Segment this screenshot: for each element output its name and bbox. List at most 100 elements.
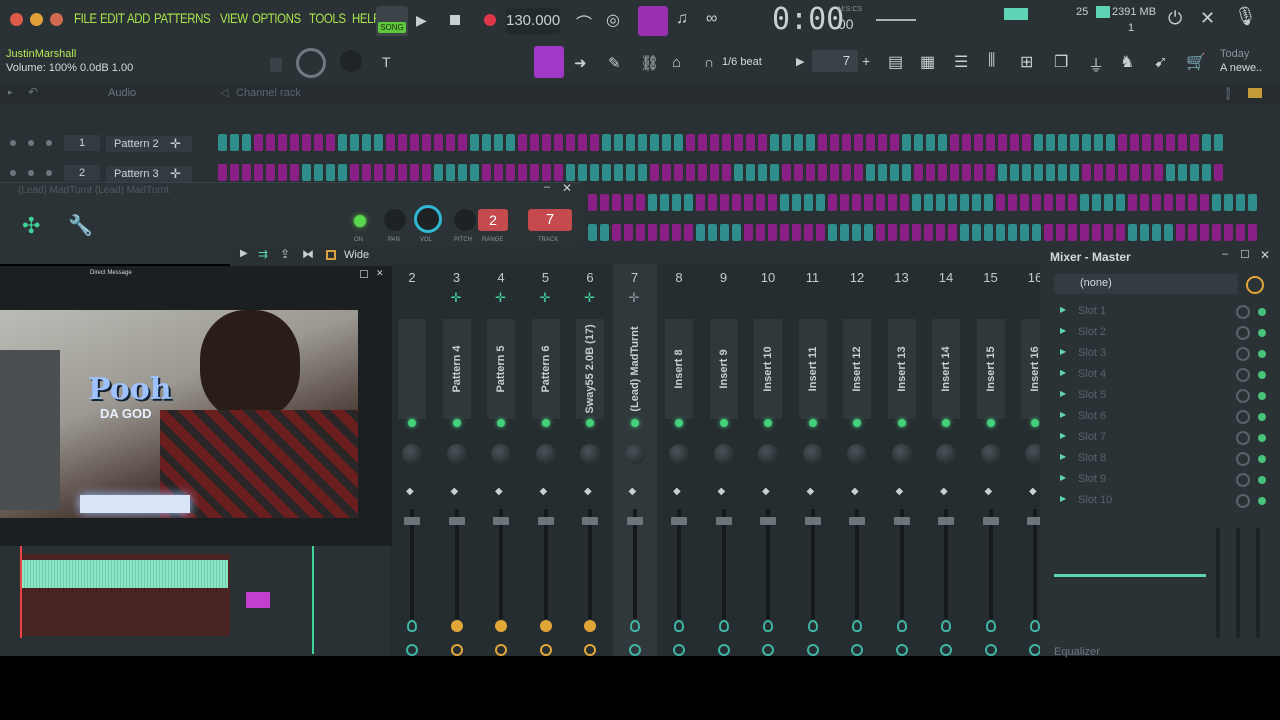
browser-icon[interactable]: ⊞ — [1020, 52, 1033, 72]
send-knob[interactable] — [763, 620, 773, 632]
fader-cap[interactable] — [760, 517, 776, 525]
route-button[interactable] — [851, 644, 863, 656]
step-button[interactable] — [578, 164, 587, 181]
waveform-icon[interactable]: ✣ — [22, 213, 40, 239]
step-button[interactable] — [674, 134, 683, 151]
step-button[interactable] — [696, 224, 705, 241]
step-button[interactable] — [828, 224, 837, 241]
channel-number[interactable]: 1 — [64, 135, 100, 151]
slot-arrow-icon[interactable]: ▶ — [1060, 389, 1066, 398]
step-button[interactable] — [242, 134, 251, 151]
slot-mix-knob[interactable] — [1236, 473, 1250, 487]
pattern-clip[interactable] — [246, 592, 270, 608]
insert-name-panel[interactable]: Insert 13 — [887, 319, 916, 419]
send-knob[interactable] — [629, 620, 640, 632]
step-button[interactable] — [734, 134, 743, 151]
step-button[interactable] — [1092, 194, 1101, 211]
fader-cap[interactable] — [982, 517, 999, 525]
step-button[interactable] — [1236, 224, 1245, 241]
insert-pan-knob[interactable] — [847, 444, 867, 464]
stereo-separation-icon[interactable]: ◆ — [673, 486, 681, 497]
step-button[interactable] — [998, 164, 1007, 181]
mixer-insert[interactable]: 8 Insert 8 ◆ — [657, 264, 701, 656]
mixer-insert[interactable]: 10 Insert 10 ◆ — [746, 264, 790, 656]
step-button[interactable] — [1128, 194, 1137, 211]
master-volume-knob[interactable] — [296, 48, 326, 78]
slot-mix-knob[interactable] — [1236, 410, 1250, 424]
step-button[interactable] — [362, 164, 371, 181]
mixer-insert[interactable]: 14 Insert 14 ◆ — [924, 264, 968, 656]
step-button[interactable] — [650, 134, 659, 151]
step-button[interactable] — [386, 164, 395, 181]
step-button[interactable] — [350, 164, 359, 181]
stereo-separation-icon[interactable]: ◆ — [540, 486, 548, 497]
stereo-separation-icon[interactable]: ◆ — [896, 486, 904, 497]
step-button[interactable] — [900, 194, 909, 211]
fader-cap[interactable] — [893, 517, 910, 525]
step-button[interactable] — [672, 194, 681, 211]
step-button[interactable] — [1176, 194, 1185, 211]
step-button[interactable] — [674, 164, 683, 181]
insert-name-panel[interactable]: Insert 9 — [709, 319, 738, 419]
step-button[interactable] — [266, 134, 275, 151]
insert-fader[interactable] — [849, 509, 865, 619]
step-button[interactable] — [768, 194, 777, 211]
step-button[interactable] — [986, 164, 995, 181]
step-button[interactable] — [756, 224, 765, 241]
step-button[interactable] — [926, 134, 935, 151]
vol-knob[interactable] — [46, 170, 52, 176]
step-button[interactable] — [1212, 194, 1221, 211]
minimize-icon[interactable]: – — [1222, 248, 1228, 260]
mixer-icon[interactable]: ⫼ — [988, 52, 995, 70]
step-button[interactable] — [912, 194, 921, 211]
stereo-separation-icon[interactable]: ◆ — [762, 486, 770, 497]
step-button[interactable] — [696, 194, 705, 211]
step-button[interactable] — [302, 134, 311, 151]
route-target-icon[interactable]: ✛ — [584, 290, 595, 306]
step-button[interactable] — [878, 164, 887, 181]
menu-patterns[interactable]: PATTERNS — [154, 10, 211, 26]
step-button[interactable] — [302, 164, 311, 181]
step-button[interactable] — [566, 164, 575, 181]
step-button[interactable] — [662, 134, 671, 151]
routing-icon[interactable] — [1246, 276, 1264, 294]
insert-fader[interactable] — [893, 509, 910, 619]
step-button[interactable] — [984, 194, 993, 211]
route-button[interactable] — [450, 644, 463, 656]
step-button[interactable] — [1214, 164, 1223, 181]
step-button[interactable] — [1010, 134, 1019, 151]
step-button[interactable] — [254, 134, 263, 151]
step-button[interactable] — [986, 134, 995, 151]
mute-led[interactable] — [10, 170, 16, 176]
step-button[interactable] — [842, 134, 851, 151]
step-button[interactable] — [876, 224, 885, 241]
step-button[interactable] — [1214, 134, 1223, 151]
step-button[interactable] — [636, 194, 645, 211]
insert-enable-led[interactable] — [452, 419, 461, 427]
step-button[interactable] — [854, 134, 863, 151]
insert-name-panel[interactable] — [398, 319, 426, 419]
step-button[interactable] — [878, 134, 887, 151]
cart-icon[interactable]: 🛒 — [1186, 52, 1206, 72]
step-button[interactable] — [530, 164, 539, 181]
step-button[interactable] — [1128, 224, 1137, 241]
step-button[interactable] — [866, 164, 875, 181]
step-button[interactable] — [266, 164, 275, 181]
step-button[interactable] — [828, 194, 837, 211]
view-toggle-icon[interactable] — [326, 250, 336, 260]
plugin-icon[interactable]: ⏚ — [1088, 52, 1104, 76]
slot-enable-led[interactable] — [1258, 455, 1266, 463]
step-button[interactable] — [470, 134, 479, 151]
insert-fader[interactable] — [982, 509, 999, 619]
slot-arrow-icon[interactable]: ▶ — [1060, 473, 1066, 482]
fader-cap[interactable] — [404, 517, 420, 525]
step-button[interactable] — [852, 194, 861, 211]
channel-on-led[interactable] — [354, 215, 366, 227]
insert-enable-led[interactable] — [408, 419, 416, 427]
step-button[interactable] — [710, 164, 719, 181]
channel-target-icon[interactable]: ✛ — [170, 166, 181, 182]
master-fader[interactable] — [1256, 528, 1260, 638]
route-button[interactable] — [495, 644, 507, 656]
step-button[interactable] — [1130, 134, 1139, 151]
step-button[interactable] — [1020, 194, 1029, 211]
